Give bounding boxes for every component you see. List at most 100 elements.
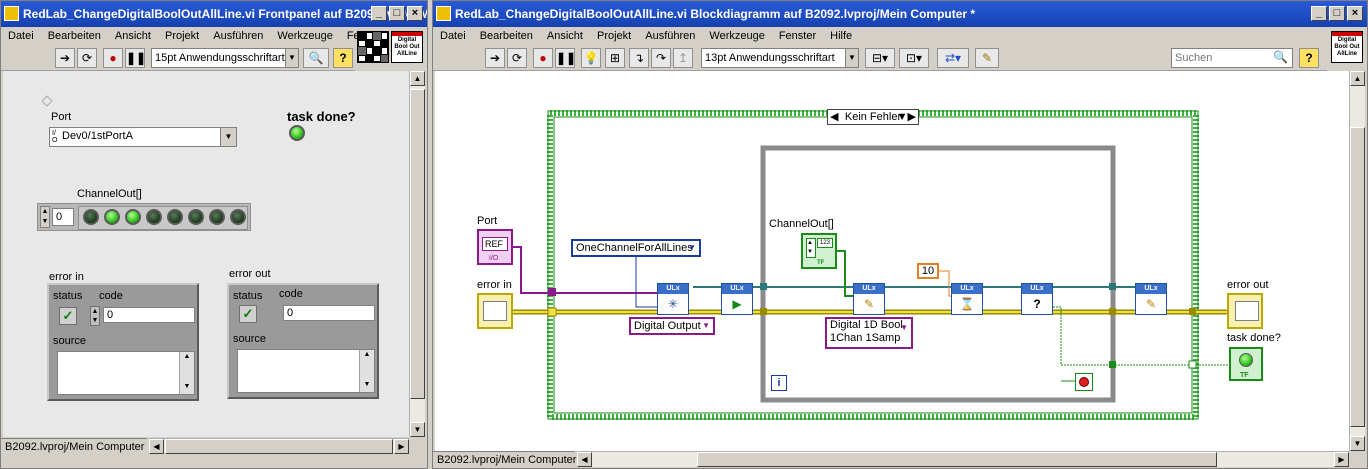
- scroll-right-arrow-icon[interactable]: ▶: [1334, 452, 1349, 467]
- help-icon[interactable]: ?: [1299, 48, 1319, 68]
- run-arrow-icon[interactable]: ➔: [55, 48, 75, 68]
- port-dropdown-arrow-icon[interactable]: ▼: [220, 128, 236, 146]
- channel-led-0[interactable]: [83, 209, 99, 225]
- channel-led-2[interactable]: [125, 209, 141, 225]
- port-control[interactable]: I/O Dev0/1stPortA ▼: [49, 127, 237, 147]
- ulx-start-task-node[interactable]: ULx ▶: [721, 283, 753, 315]
- step-into-icon[interactable]: ↴: [629, 48, 649, 68]
- run-arrow-icon[interactable]: ➔: [485, 48, 505, 68]
- close-button[interactable]: ×: [1347, 6, 1363, 21]
- case-next-arrow-icon[interactable]: ▼▶: [897, 110, 916, 124]
- error-in-source-scroll[interactable]: ▲ ▼: [179, 352, 194, 394]
- ulx-wait-until-done-node[interactable]: ULx ⌛: [951, 283, 983, 315]
- connector-pane[interactable]: [357, 31, 389, 63]
- channel-led-6[interactable]: [209, 209, 225, 225]
- abort-icon[interactable]: ●: [103, 48, 123, 68]
- font-dropdown[interactable]: 13pt Anwendungsschriftart ▼: [701, 48, 859, 68]
- menu-ansicht[interactable]: Ansicht: [108, 30, 158, 42]
- pause-icon[interactable]: ❚❚: [555, 48, 576, 68]
- front-panel-horizontal-scrollbar[interactable]: ◀ ▶: [149, 438, 409, 454]
- array-index-stepper[interactable]: ▲ ▼: [40, 206, 50, 228]
- menu-datei[interactable]: Datei: [433, 30, 473, 42]
- error-in-status-checkbox[interactable]: ✓: [59, 307, 77, 325]
- abort-icon[interactable]: ●: [533, 48, 553, 68]
- hscroll-thumb[interactable]: [697, 452, 1217, 467]
- menu-ausfuehren[interactable]: Ausführen: [206, 30, 270, 42]
- step-over-icon[interactable]: ↷: [651, 48, 671, 68]
- timeout-constant[interactable]: 10: [917, 263, 939, 279]
- scroll-right-arrow-icon[interactable]: ▶: [394, 439, 409, 454]
- menu-ausfuehren[interactable]: Ausführen: [638, 30, 702, 42]
- loop-stop-terminal[interactable]: [1075, 373, 1093, 391]
- search-field[interactable]: 🔍: [1171, 48, 1293, 68]
- reorder-icon[interactable]: ⇄▾: [937, 48, 969, 68]
- error-in-terminal[interactable]: [477, 293, 513, 329]
- block-diagram-horizontal-scrollbar[interactable]: ◀ ▶: [577, 451, 1349, 467]
- search-icon[interactable]: 🔍: [303, 48, 329, 68]
- channel-led-7[interactable]: [230, 209, 246, 225]
- vi-icon[interactable]: Digital Bool Out AllLine: [1331, 31, 1363, 63]
- menu-werkzeuge[interactable]: Werkzeuge: [270, 30, 339, 42]
- front-panel-titlebar[interactable]: RedLab_ChangeDigitalBoolOutAllLine.vi Fr…: [1, 1, 427, 27]
- block-diagram-titlebar[interactable]: RedLab_ChangeDigitalBoolOutAllLine.vi Bl…: [433, 1, 1367, 27]
- block-diagram-vertical-scrollbar[interactable]: ▲ ▼: [1349, 71, 1365, 451]
- write-mode-selector[interactable]: Digital 1D Bool 1Chan 1Samp ▼: [825, 317, 913, 349]
- channel-led-4[interactable]: [167, 209, 183, 225]
- hscroll-thumb[interactable]: [165, 439, 393, 454]
- scroll-up-arrow-icon[interactable]: ▲: [1350, 71, 1365, 86]
- front-panel-vertical-scrollbar[interactable]: ▲ ▼: [409, 71, 425, 437]
- minimize-button[interactable]: _: [1311, 6, 1327, 21]
- array-index-field[interactable]: 0: [52, 208, 74, 226]
- channel-led-5[interactable]: [188, 209, 204, 225]
- pause-icon[interactable]: ❚❚: [125, 48, 146, 68]
- menu-bearbeiten[interactable]: Bearbeiten: [41, 30, 108, 42]
- channel-out-terminal[interactable]: ▲ ▼ 123 TF: [801, 233, 837, 269]
- highlight-execution-icon[interactable]: 💡: [581, 48, 601, 68]
- scroll-thumb[interactable]: [1350, 127, 1365, 427]
- scroll-left-arrow-icon[interactable]: ◀: [577, 452, 592, 467]
- help-icon[interactable]: ?: [333, 48, 353, 68]
- digital-output-selector[interactable]: Digital Output ▼: [629, 317, 715, 335]
- error-out-source-scroll[interactable]: ▲ ▼: [359, 350, 374, 392]
- channel-led-3[interactable]: [146, 209, 162, 225]
- menu-hilfe[interactable]: Hilfe: [823, 30, 859, 42]
- font-dropdown[interactable]: 15pt Anwendungsschriftart ▼: [151, 48, 299, 68]
- scroll-left-arrow-icon[interactable]: ◀: [149, 439, 164, 454]
- step-out-icon[interactable]: ↥: [673, 48, 693, 68]
- port-terminal[interactable]: REF I/O: [477, 229, 513, 265]
- close-button[interactable]: ×: [407, 6, 423, 21]
- error-out-cluster[interactable]: status code ✓ 0 source ▲ ▼: [227, 283, 379, 399]
- retain-wire-values-icon[interactable]: ⊞: [605, 48, 625, 68]
- menu-werkzeuge[interactable]: Werkzeuge: [702, 30, 771, 42]
- scroll-thumb[interactable]: [410, 89, 425, 399]
- clean-up-diagram-icon[interactable]: ✎: [975, 48, 999, 68]
- error-in-code-field[interactable]: 0: [103, 307, 195, 323]
- align-objects-icon[interactable]: ⊟▾: [865, 48, 895, 68]
- error-in-source-field[interactable]: [57, 351, 195, 395]
- block-diagram-canvas[interactable]: ◀ Kein Fehler ▼▶ Port REF I/O error in O…: [435, 71, 1349, 451]
- vi-icon[interactable]: Digital Bool Out AllLine: [391, 31, 423, 63]
- line-grouping-constant[interactable]: OneChannelForAllLines ▼: [571, 239, 701, 257]
- ulx-write-node[interactable]: ULx ✎: [853, 283, 885, 315]
- run-continuous-icon[interactable]: ⟳: [77, 48, 97, 68]
- maximize-button[interactable]: □: [389, 6, 405, 21]
- front-panel-canvas[interactable]: Port I/O Dev0/1stPortA ▼ task done? Chan…: [3, 71, 411, 437]
- scroll-down-arrow-icon[interactable]: ▼: [1350, 436, 1365, 451]
- minimize-button[interactable]: _: [371, 6, 387, 21]
- ulx-is-task-done-node[interactable]: ULx?: [1021, 283, 1053, 315]
- search-input[interactable]: [1175, 50, 1271, 66]
- error-in-code-stepper[interactable]: ▲ ▼: [90, 306, 100, 326]
- menu-bearbeiten[interactable]: Bearbeiten: [473, 30, 540, 42]
- ulx-create-channel-node[interactable]: ULx ✳: [657, 283, 689, 315]
- menu-projekt[interactable]: Projekt: [590, 30, 638, 42]
- channel-led-1[interactable]: [104, 209, 120, 225]
- distribute-objects-icon[interactable]: ⊡▾: [899, 48, 929, 68]
- run-continuous-icon[interactable]: ⟳: [507, 48, 527, 68]
- menu-datei[interactable]: Datei: [1, 30, 41, 42]
- menu-fenster[interactable]: Fenster: [772, 30, 823, 42]
- error-in-cluster[interactable]: status code ✓ ▲ ▼ 0 source ▲ ▼: [47, 283, 199, 401]
- search-icon[interactable]: 🔍: [1273, 50, 1288, 64]
- ulx-clear-task-node[interactable]: ULx ✎: [1135, 283, 1167, 315]
- case-prev-arrow-icon[interactable]: ◀: [830, 110, 838, 124]
- maximize-button[interactable]: □: [1329, 6, 1345, 21]
